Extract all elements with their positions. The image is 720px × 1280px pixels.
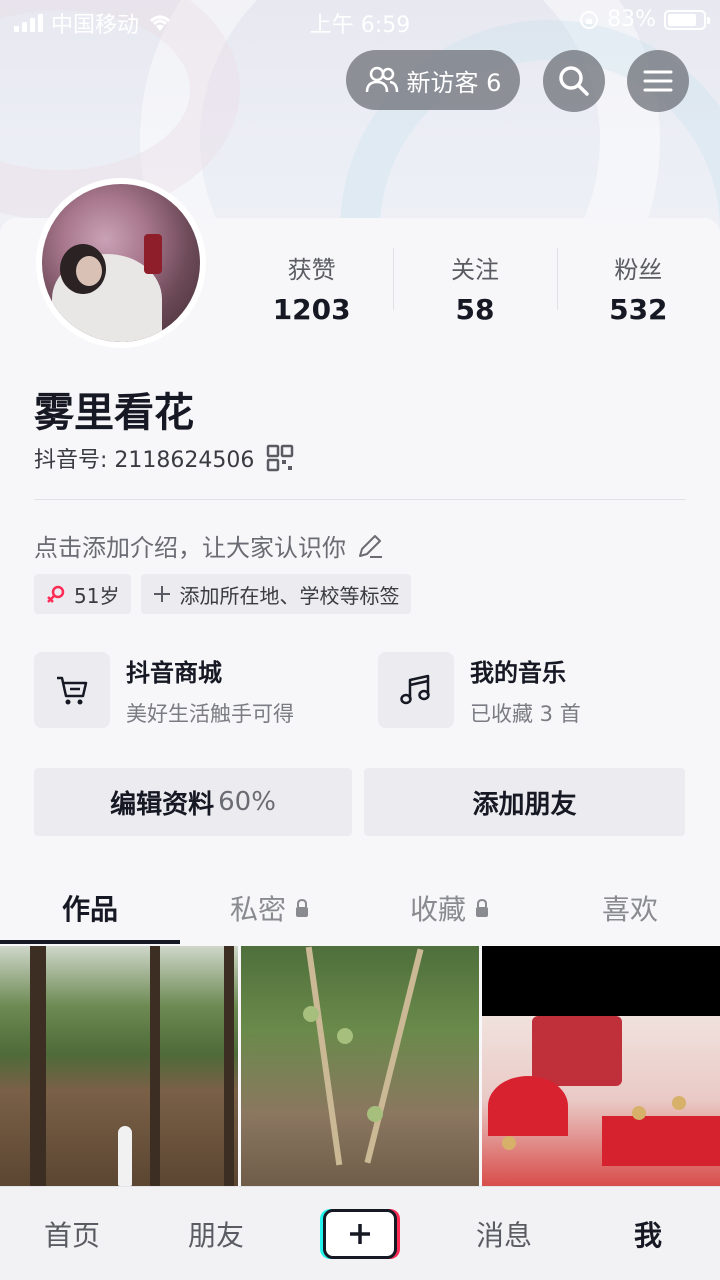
avatar-image	[42, 184, 200, 342]
video-thumbnail[interactable]	[241, 946, 479, 1186]
battery-percent: 83%	[607, 7, 656, 32]
stat-following[interactable]: 关注 58	[393, 240, 556, 330]
stat-label: 粉丝	[614, 256, 663, 284]
music-title: 我的音乐	[470, 658, 566, 687]
pencil-icon	[359, 534, 382, 558]
visitors-icon	[365, 66, 398, 93]
profile-nickname: 雾里看花	[34, 390, 194, 436]
tab-works[interactable]: 作品	[0, 872, 180, 944]
tab-label: 喜欢	[601, 893, 658, 926]
battery-icon	[664, 9, 710, 30]
lock-icon	[476, 898, 488, 917]
search-button[interactable]	[543, 50, 605, 112]
profile-tags: 51岁 添加所在地、学校等标签	[34, 574, 412, 614]
music-subtitle: 已收藏 3 首	[470, 701, 581, 726]
plus-icon	[350, 1223, 370, 1244]
qr-code-icon[interactable]	[266, 444, 294, 472]
video-grid	[0, 946, 720, 1186]
new-visitors-button[interactable]: 新访客 6	[346, 50, 520, 110]
video-thumbnail[interactable]	[0, 946, 238, 1186]
tab-label: 私密	[229, 893, 286, 926]
tab-label: 作品	[61, 893, 118, 926]
status-bar: 中国移动 上午 6:59 83%	[0, 0, 720, 40]
shop-entry[interactable]: 抖音商城 美好生活触手可得	[34, 652, 294, 728]
bottom-nav: 首页 朋友 消息 我	[0, 1186, 720, 1280]
add-friends-label: 添加朋友	[472, 789, 577, 820]
video-thumbnail[interactable]	[482, 946, 720, 1186]
shop-subtitle: 美好生活触手可得	[126, 701, 294, 726]
menu-icon	[643, 70, 673, 92]
edit-profile-progress: 60%	[218, 787, 276, 817]
tab-private[interactable]: 私密	[180, 872, 360, 944]
new-visitors-label: 新访客 6	[406, 68, 502, 97]
add-friends-button[interactable]: 添加朋友	[364, 768, 685, 836]
douyin-id: 抖音号: 2118624506	[34, 448, 255, 473]
age-label: 51岁	[74, 583, 120, 608]
nav-home[interactable]: 首页	[0, 1214, 144, 1254]
bio-edit[interactable]: 点击添加介绍，让大家认识你	[34, 528, 384, 563]
stat-value: 58	[455, 293, 495, 326]
stat-label: 关注	[450, 256, 499, 284]
bio-placeholder: 点击添加介绍，让大家认识你	[34, 534, 346, 562]
nav-messages[interactable]: 消息	[432, 1214, 576, 1254]
edit-profile-label: 编辑资料	[110, 789, 215, 820]
nav-friends[interactable]: 朋友	[144, 1214, 288, 1254]
add-tag-button[interactable]: 添加所在地、学校等标签	[141, 574, 412, 614]
divider	[34, 499, 686, 500]
edit-profile-button[interactable]: 编辑资料 60%	[34, 768, 352, 836]
tab-favorites[interactable]: 收藏	[360, 872, 540, 944]
stat-likes[interactable]: 获赞 1203	[230, 240, 393, 330]
tab-label: 收藏	[409, 893, 466, 926]
lock-icon	[296, 898, 308, 917]
shop-title: 抖音商城	[126, 658, 222, 687]
tab-likes[interactable]: 喜欢	[540, 872, 720, 944]
stat-value: 532	[609, 293, 668, 326]
plus-icon	[154, 586, 171, 602]
music-entry[interactable]: 我的音乐 已收藏 3 首	[378, 652, 581, 728]
cart-icon	[34, 652, 110, 728]
stat-label: 获赞	[287, 256, 336, 284]
rotation-lock-icon	[580, 10, 599, 29]
music-note-icon	[378, 652, 454, 728]
nav-me[interactable]: 我	[576, 1214, 720, 1254]
create-button[interactable]	[323, 1208, 397, 1259]
female-gender-icon	[47, 585, 65, 603]
douyin-id-row: 抖音号: 2118624506	[34, 442, 294, 474]
menu-button[interactable]	[627, 50, 689, 112]
avatar[interactable]	[36, 178, 206, 348]
stat-value: 1203	[272, 293, 351, 326]
age-tag[interactable]: 51岁	[34, 574, 132, 614]
search-icon	[559, 66, 589, 96]
add-tag-label: 添加所在地、学校等标签	[179, 583, 400, 608]
content-tabs: 作品 私密 收藏 喜欢	[0, 872, 720, 944]
profile-stats: 获赞 1203 关注 58 粉丝 532	[230, 240, 720, 330]
stat-followers[interactable]: 粉丝 532	[556, 240, 720, 330]
